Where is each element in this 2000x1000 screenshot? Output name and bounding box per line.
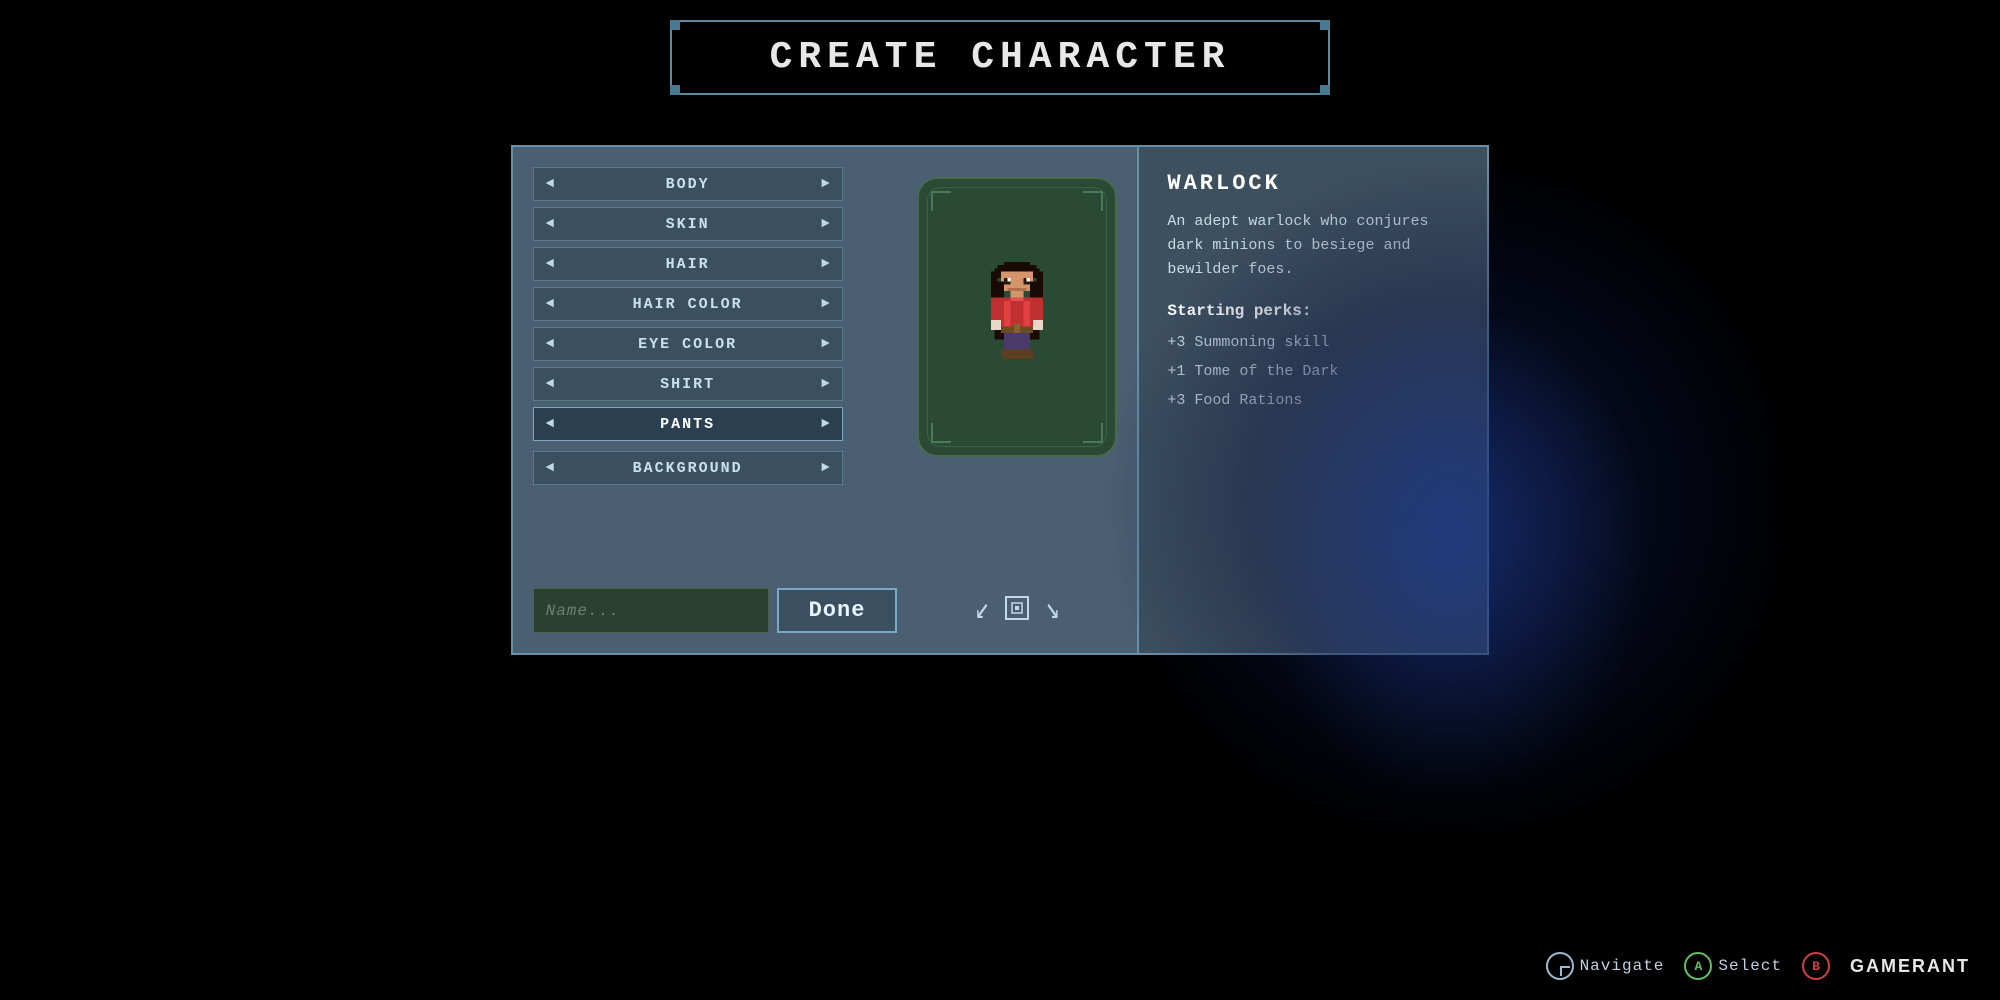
option-row-pants[interactable]: ◄ PANTS ► <box>533 407 843 441</box>
info-panel: WARLOCK An adept warlock who conjures da… <box>1139 145 1489 655</box>
bottom-hud: Navigate A Select B GAMERANT <box>1546 952 1970 980</box>
name-input[interactable] <box>533 588 769 633</box>
pants-left-arrow[interactable]: ◄ <box>542 414 558 434</box>
hud-b: B <box>1802 952 1830 980</box>
option-row-skin[interactable]: ◄ SKIN ► <box>533 207 843 241</box>
bottom-row: Done <box>533 588 898 633</box>
background-right-arrow[interactable]: ► <box>817 458 833 478</box>
option-row-eye-color[interactable]: ◄ EYE COLOR ► <box>533 327 843 361</box>
hud-select: A Select <box>1684 952 1782 980</box>
main-area: ◄ BODY ► ◄ SKIN ► ◄ HAIR ► <box>511 145 1490 655</box>
page-title: CREATE CHARACTER <box>770 36 1231 79</box>
a-button-icon: A <box>1684 952 1712 980</box>
b-letter: B <box>1812 959 1820 974</box>
frame-corner-tr <box>1083 191 1103 211</box>
option-row-shirt[interactable]: ◄ SHIRT ► <box>533 367 843 401</box>
hair-right-arrow[interactable]: ► <box>817 254 833 274</box>
perk-item-1: +3 Summoning skill <box>1167 332 1459 353</box>
select-label: Select <box>1718 957 1782 975</box>
navigate-label: Navigate <box>1580 957 1665 975</box>
option-row-body[interactable]: ◄ BODY ► <box>533 167 843 201</box>
title-container: CREATE CHARACTER <box>670 20 1330 95</box>
frame-corner-br <box>1083 423 1103 443</box>
body-left-arrow[interactable]: ◄ <box>542 174 558 194</box>
hair-color-right-arrow[interactable]: ► <box>817 294 833 314</box>
character-frame <box>917 177 1117 457</box>
navigate-icon <box>1546 952 1574 980</box>
shirt-right-arrow[interactable]: ► <box>817 374 833 394</box>
corner-br <box>1320 85 1330 95</box>
perks-label: Starting perks: <box>1167 302 1459 320</box>
option-row-background[interactable]: ◄ BACKGROUND ► <box>533 451 843 485</box>
frame-corner-tl <box>931 191 951 211</box>
body-right-arrow[interactable]: ► <box>817 174 833 194</box>
shirt-label: SHIRT <box>564 376 811 393</box>
eye-color-label: EYE COLOR <box>564 336 811 353</box>
skin-label: SKIN <box>564 216 811 233</box>
perk-item-3: +3 Food Rations <box>1167 390 1459 411</box>
shirt-left-arrow[interactable]: ◄ <box>542 374 558 394</box>
options-column: ◄ BODY ► ◄ SKIN ► ◄ HAIR ► <box>533 167 843 485</box>
eye-color-left-arrow[interactable]: ◄ <box>542 334 558 354</box>
pants-right-arrow[interactable]: ► <box>817 414 833 434</box>
a-letter: A <box>1694 959 1702 974</box>
done-button[interactable]: Done <box>777 588 898 633</box>
option-row-hair-color[interactable]: ◄ HAIR COLOR ► <box>533 287 843 321</box>
class-description: An adept warlock who conjures dark minio… <box>1167 210 1459 282</box>
gamerant-logo: GAMERANT <box>1850 956 1970 977</box>
hair-label: HAIR <box>564 256 811 273</box>
screen: CREATE CHARACTER ◄ BODY ► ◄ SKIN ► <box>0 0 2000 1000</box>
perk-item-2: +1 Tome of the Dark <box>1167 361 1459 382</box>
hud-navigate: Navigate <box>1546 952 1665 980</box>
character-preview: ↙ ↘ <box>917 167 1117 633</box>
eye-color-right-arrow[interactable]: ► <box>817 334 833 354</box>
b-button-icon: B <box>1802 952 1830 980</box>
background-label: BACKGROUND <box>564 460 811 477</box>
rotate-left-button[interactable]: ↙ <box>975 587 989 629</box>
corner-tr <box>1320 20 1330 30</box>
frame-corner-bl <box>931 423 951 443</box>
hair-color-left-arrow[interactable]: ◄ <box>542 294 558 314</box>
option-row-hair[interactable]: ◄ HAIR ► <box>533 247 843 281</box>
hair-color-label: HAIR COLOR <box>564 296 811 313</box>
skin-left-arrow[interactable]: ◄ <box>542 214 558 234</box>
dice-icon <box>1011 602 1023 614</box>
corner-bl <box>670 85 680 95</box>
hair-left-arrow[interactable]: ◄ <box>542 254 558 274</box>
character-panel: ◄ BODY ► ◄ SKIN ► ◄ HAIR ► <box>511 145 1140 655</box>
corner-tl <box>670 20 680 30</box>
char-controls: ↙ ↘ <box>975 593 1060 623</box>
rotate-right-button[interactable]: ↘ <box>1045 587 1059 629</box>
skin-right-arrow[interactable]: ► <box>817 214 833 234</box>
background-left-arrow[interactable]: ◄ <box>542 458 558 478</box>
character-sprite <box>977 262 1057 372</box>
pants-label: PANTS <box>564 416 811 433</box>
class-name: WARLOCK <box>1167 171 1459 196</box>
rotate-center-button[interactable] <box>1005 596 1029 620</box>
body-label: BODY <box>564 176 811 193</box>
